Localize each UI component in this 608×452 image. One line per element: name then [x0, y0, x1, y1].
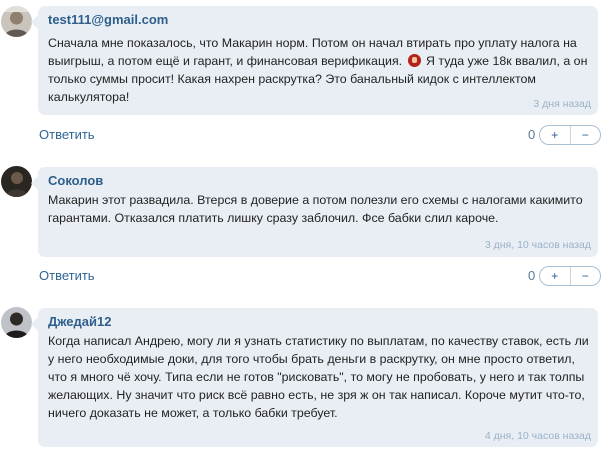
downvote-button[interactable]: −	[571, 267, 601, 285]
comment-author[interactable]: test111@gmail.com	[48, 12, 168, 27]
comment-bubble: Джедай12 Когда написал Андрею, могу ли я…	[31, 308, 598, 447]
comment-bubble: Соколов Макарин этот развадила. Втерся в…	[31, 167, 598, 257]
avatar[interactable]	[1, 6, 32, 37]
upvote-button[interactable]: +	[540, 126, 571, 144]
comment-timestamp: 4 дня, 10 часов назад	[484, 430, 591, 442]
angry-face-icon	[407, 54, 421, 67]
user-avatar-image	[1, 307, 32, 338]
vote-count: 0	[528, 268, 536, 283]
comment-text: Макарин этот развадила. Втерся в доверие…	[48, 193, 583, 225]
reply-link[interactable]: Ответить	[39, 268, 95, 283]
user-avatar-image	[1, 166, 32, 197]
upvote-button[interactable]: +	[540, 267, 571, 285]
vote-buttons: + −	[539, 266, 601, 286]
reply-link[interactable]: Ответить	[39, 127, 95, 142]
comment-text: Сначала мне показалось, что Макарин норм…	[48, 34, 590, 106]
vote-buttons: + −	[539, 125, 601, 145]
comment-timestamp: 3 дня, 10 часов назад	[484, 239, 591, 251]
comment-text: Когда написал Андрею, могу ли я узнать с…	[48, 334, 589, 420]
avatar[interactable]	[1, 166, 32, 197]
comment-author[interactable]: Соколов	[48, 173, 103, 188]
user-avatar-image	[1, 6, 32, 37]
downvote-button[interactable]: −	[571, 126, 601, 144]
vote-count: 0	[528, 127, 536, 142]
comment-bubble: test111@gmail.com Сначала мне показалось…	[31, 6, 598, 115]
comment-author[interactable]: Джедай12	[48, 314, 111, 329]
comment-timestamp: 3 дня назад	[533, 98, 591, 110]
avatar[interactable]	[1, 307, 32, 338]
